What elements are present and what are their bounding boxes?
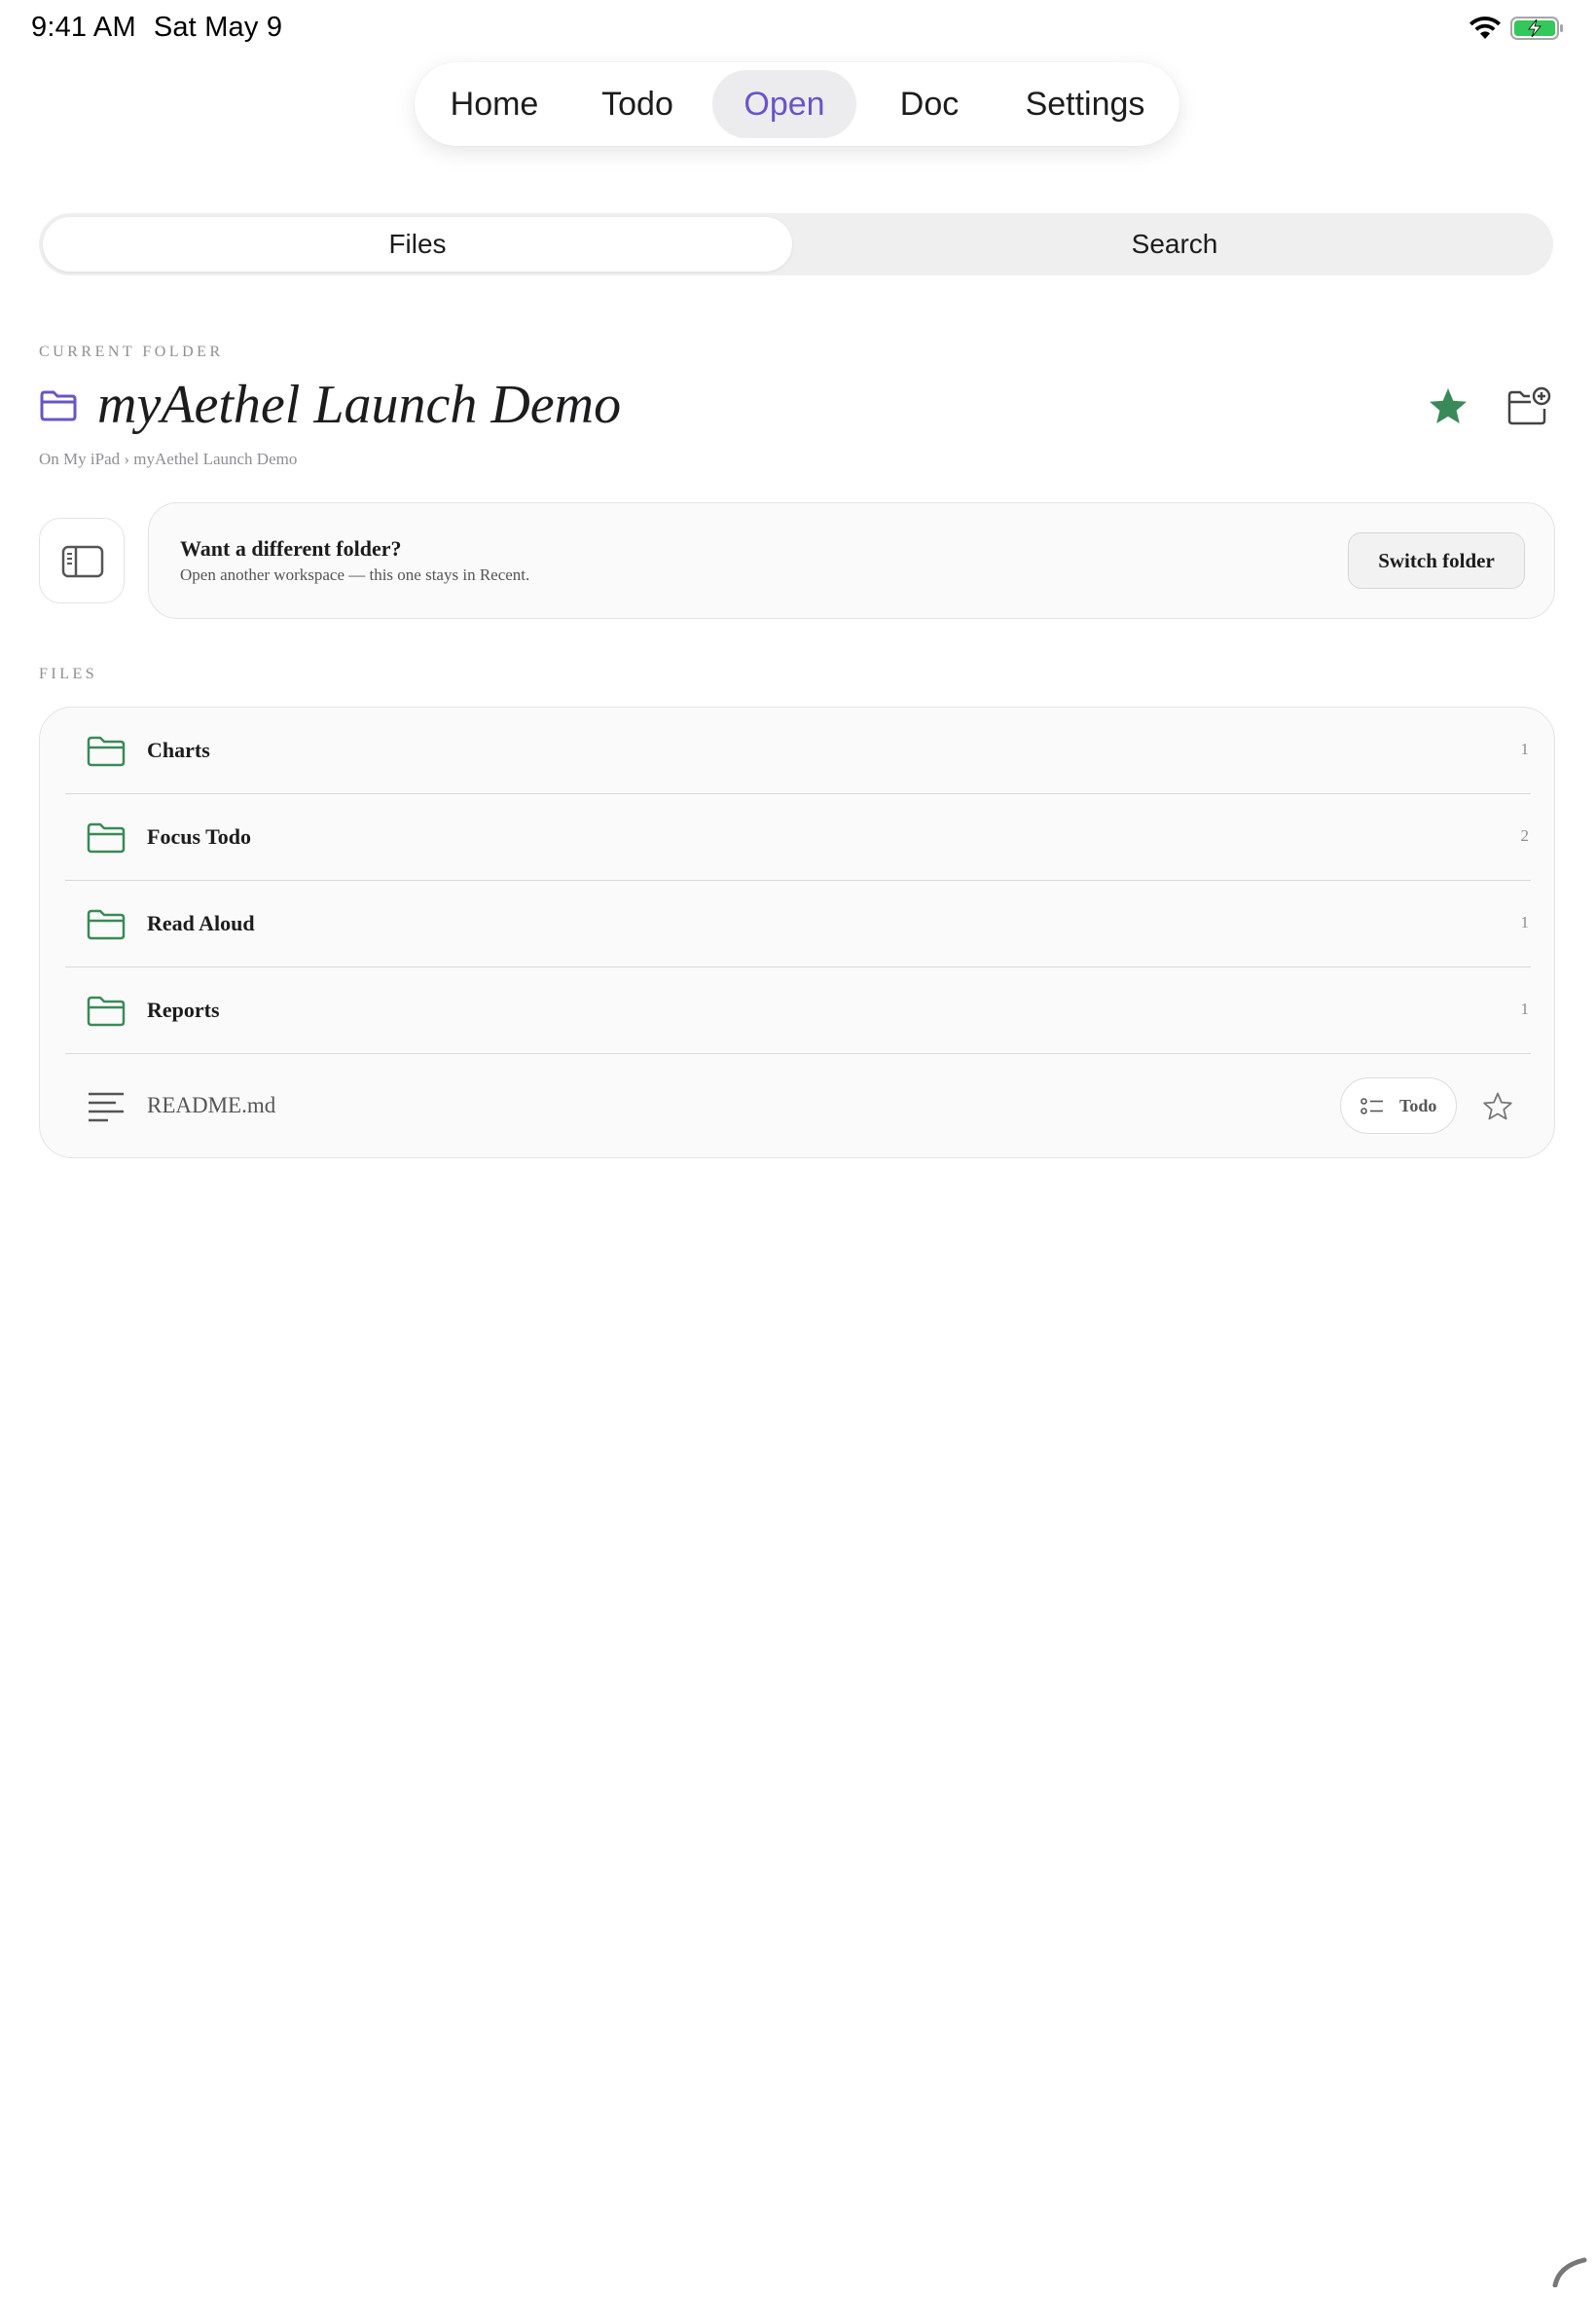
item-count: 2 [1520,826,1530,845]
folder-row-reports[interactable]: Reports 1 [65,967,1531,1054]
tab-settings[interactable]: Settings [998,70,1172,138]
folder-row-focus-todo[interactable]: Focus Todo 2 [65,794,1531,881]
status-icons [1468,16,1565,41]
file-row-readme[interactable]: README.md Todo [65,1054,1531,1157]
battery-charging-icon [1510,17,1563,40]
item-count: 1 [1520,740,1530,758]
folder-name: Read Aloud [147,911,255,935]
folder-icon [87,909,126,940]
top-tab-bar: Home Todo Open Doc Settings [415,62,1179,146]
sidebar-toggle-button[interactable] [39,518,125,603]
tab-open[interactable]: Open [712,70,856,138]
switch-card-title: Want a different folder? [180,536,402,561]
folder-row-charts[interactable]: Charts 1 [65,708,1531,794]
star-outline-icon[interactable] [1482,1091,1513,1122]
sidebar-icon [61,545,104,578]
switch-card-subtitle: Open another workspace — this one stays … [180,565,530,584]
item-count: 1 [1520,913,1530,931]
folder-icon [40,390,77,421]
breadcrumb: On My iPad › myAethel Launch Demo [39,450,298,468]
status-clock: 9:41 AM [31,12,136,43]
segment-search[interactable]: Search [800,217,1549,272]
folder-name: Reports [147,998,220,1022]
folder-icon [87,736,126,767]
todo-badge-button[interactable]: Todo [1340,1077,1457,1134]
tab-home[interactable]: Home [426,70,562,138]
folder-name: Focus Todo [147,824,251,849]
checklist-icon [1360,1098,1383,1114]
switch-folder-card: Want a different folder? Open another wo… [148,502,1555,619]
files-search-segment: Files Search [39,213,1553,275]
current-folder-header: myAethel Launch Demo [39,370,1557,448]
folder-icon [87,996,126,1027]
status-date: Sat May 9 [153,12,283,43]
item-count: 1 [1520,1000,1530,1018]
segment-files[interactable]: Files [43,217,792,272]
wifi-icon [1469,17,1501,39]
folder-name: Charts [147,738,210,762]
folder-row-read-aloud[interactable]: Read Aloud 1 [65,881,1531,967]
files-list: Charts 1 Focus Todo 2 Read Aloud 1 Repor… [39,707,1555,1158]
current-folder-label: CURRENT FOLDER [39,344,224,360]
new-folder-icon[interactable] [1506,385,1551,426]
switch-folder-button[interactable]: Switch folder [1348,532,1525,589]
todo-badge-label: Todo [1399,1096,1437,1115]
folder-icon [87,822,126,854]
status-time: 9:41 AM Sat May 9 [31,12,300,44]
files-section-label: FILES [39,666,98,682]
favorite-star-icon[interactable] [1427,385,1469,428]
file-name: README.md [147,1093,276,1117]
page-title: myAethel Launch Demo [97,375,622,435]
corner-handle-icon [1552,2257,1587,2287]
tab-todo[interactable]: Todo [574,70,701,138]
document-lines-icon [89,1092,124,1122]
tab-doc[interactable]: Doc [868,70,991,138]
